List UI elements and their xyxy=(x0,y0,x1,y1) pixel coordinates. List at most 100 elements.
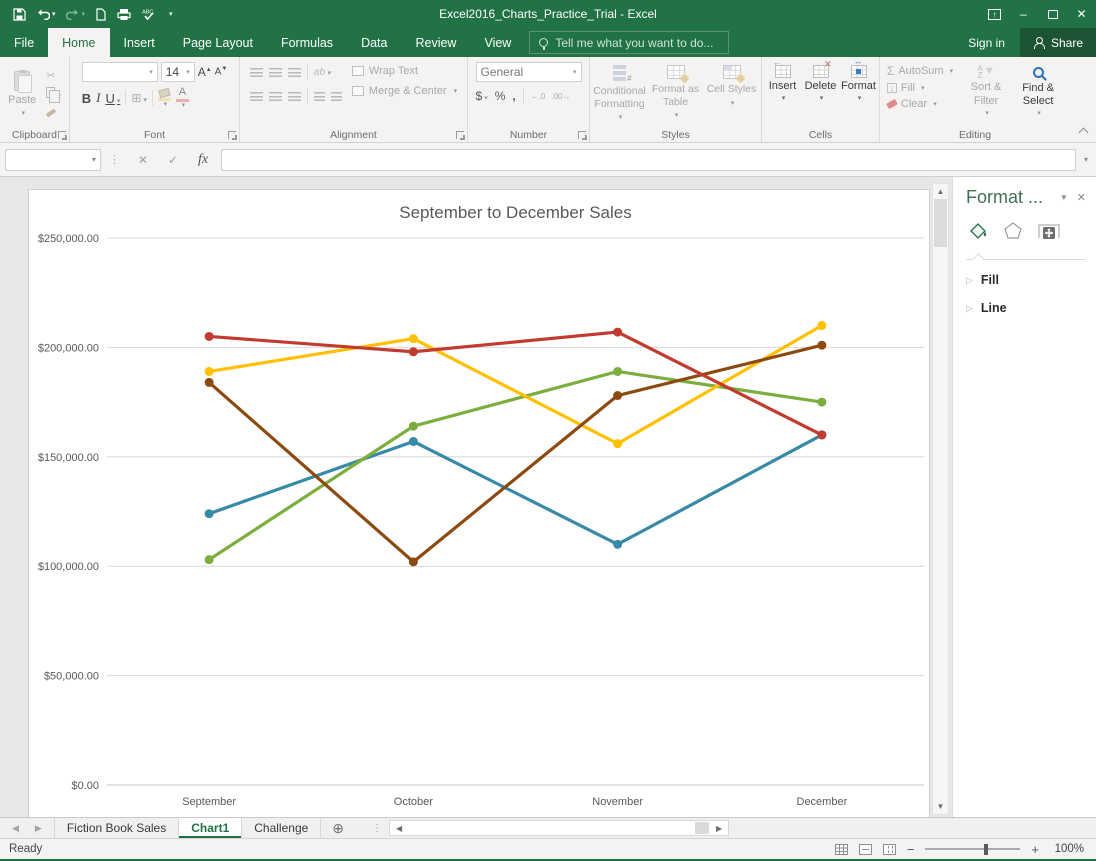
align-top-icon[interactable] xyxy=(250,68,263,77)
chart-sheet[interactable]: $250,000.00$200,000.00$150,000.00$100,00… xyxy=(28,189,930,817)
undo-dropdown[interactable]: ▾ xyxy=(52,11,56,18)
expand-formula-bar-button[interactable]: ▾ xyxy=(1076,155,1096,164)
redo-dropdown[interactable]: ▾ xyxy=(82,11,86,18)
grow-font-button[interactable]: A▲ xyxy=(198,65,212,79)
zoom-in-button[interactable]: + xyxy=(1031,842,1039,857)
format-pane-close-icon[interactable]: ✕ xyxy=(1077,191,1086,204)
vertical-scrollbar[interactable]: ▲ ▼ xyxy=(932,183,949,815)
insert-function-button[interactable]: fx xyxy=(188,152,218,168)
name-box-dropdown[interactable]: ▾ xyxy=(92,155,96,164)
shrink-font-button[interactable]: A▼ xyxy=(215,66,228,77)
line-section-header[interactable]: ▷ Line xyxy=(966,294,1086,322)
cut-button[interactable]: ✂ xyxy=(46,69,61,82)
name-box[interactable]: ▾ xyxy=(5,149,101,171)
scroll-left-icon[interactable]: ◀ xyxy=(390,821,408,835)
clipboard-dialog-launcher[interactable] xyxy=(58,131,66,139)
number-format-select[interactable]: General▾ xyxy=(476,62,582,82)
font-dialog-launcher[interactable] xyxy=(228,131,236,139)
horizontal-scrollbar[interactable]: ◀ ▶ xyxy=(389,820,729,836)
format-painter-button[interactable] xyxy=(46,106,61,118)
tab-file[interactable]: File xyxy=(0,28,48,57)
increase-indent-icon[interactable] xyxy=(331,92,342,101)
fill-color-button[interactable] xyxy=(158,89,171,108)
percent-style-button[interactable]: % xyxy=(495,89,506,103)
collapse-ribbon-button[interactable] xyxy=(1079,128,1089,138)
paste-button[interactable]: Paste xyxy=(3,60,41,127)
alignment-dialog-launcher[interactable] xyxy=(456,131,464,139)
normal-view-button[interactable] xyxy=(835,844,848,855)
enter-button[interactable]: ✓ xyxy=(158,153,188,167)
fill-line-tab[interactable] xyxy=(967,220,989,247)
bold-button[interactable]: B xyxy=(82,91,91,106)
tab-view[interactable]: View xyxy=(470,28,525,57)
tab-page-layout[interactable]: Page Layout xyxy=(169,28,267,57)
decrease-decimal-button[interactable]: .00→ xyxy=(552,91,570,101)
redo-button[interactable]: ▾ xyxy=(66,8,86,20)
tab-home[interactable]: Home xyxy=(48,28,109,57)
scroll-up-icon[interactable]: ▲ xyxy=(937,184,945,199)
horizontal-scroll-thumb[interactable] xyxy=(695,822,709,834)
orientation-button[interactable]: ab xyxy=(314,67,331,78)
fill-button[interactable]: ↓Fill xyxy=(887,82,953,94)
share-button[interactable]: Share xyxy=(1020,28,1096,57)
tab-data[interactable]: Data xyxy=(347,28,401,57)
save-button[interactable] xyxy=(13,8,26,21)
copy-button[interactable] xyxy=(46,87,61,101)
align-left-icon[interactable] xyxy=(250,92,263,101)
sign-in-button[interactable]: Sign in xyxy=(953,28,1020,57)
number-format-dropdown[interactable]: ▾ xyxy=(573,68,577,76)
insert-cells-button[interactable]: Insert▾ xyxy=(764,60,802,127)
ribbon-display-options-button[interactable]: ↑ xyxy=(980,0,1009,28)
align-center-icon[interactable] xyxy=(269,92,282,101)
cancel-button[interactable]: ✕ xyxy=(128,153,158,167)
clear-button[interactable]: Clear xyxy=(887,98,953,110)
comma-style-button[interactable]: , xyxy=(512,89,515,103)
align-middle-icon[interactable] xyxy=(269,68,282,77)
close-button[interactable]: ✕ xyxy=(1067,0,1096,28)
undo-button[interactable]: ▾ xyxy=(36,8,56,20)
maximize-button[interactable] xyxy=(1038,0,1067,28)
tab-review[interactable]: Review xyxy=(401,28,470,57)
scroll-right-icon[interactable]: ▶ xyxy=(710,821,728,835)
vertical-scroll-thumb[interactable] xyxy=(934,199,947,247)
effects-tab[interactable] xyxy=(1002,220,1024,247)
italic-button[interactable]: I xyxy=(96,90,100,106)
font-name-dropdown[interactable]: ▾ xyxy=(149,68,153,76)
accounting-format-button[interactable]: $ xyxy=(476,89,488,103)
sheet-tab-chart1[interactable]: Chart1 xyxy=(179,818,242,838)
customize-qat-button[interactable]: ▾ xyxy=(167,11,173,18)
align-bottom-icon[interactable] xyxy=(288,68,301,77)
spelling-button[interactable]: ABC xyxy=(142,8,157,21)
delete-cells-button[interactable]: Delete▾ xyxy=(802,60,840,127)
page-break-view-button[interactable] xyxy=(883,844,896,855)
cell-styles-button[interactable]: Cell Styles xyxy=(704,60,760,127)
next-sheet-icon[interactable]: ▶ xyxy=(35,823,42,834)
underline-button[interactable]: U xyxy=(105,91,120,106)
page-layout-view-button[interactable] xyxy=(859,844,872,855)
minimize-button[interactable]: – xyxy=(1009,0,1038,28)
new-sheet-button[interactable]: ⊕ xyxy=(321,818,355,838)
find-select-button[interactable]: Find & Select xyxy=(1013,64,1063,127)
decrease-indent-icon[interactable] xyxy=(314,92,325,101)
wrap-text-button[interactable]: Wrap Text xyxy=(352,65,457,77)
size-properties-tab[interactable] xyxy=(1037,220,1061,247)
autosum-button[interactable]: ΣAutoSum xyxy=(887,64,953,78)
font-name-select[interactable]: ▾ xyxy=(82,62,158,82)
zoom-slider-thumb[interactable] xyxy=(984,844,988,855)
line-chart[interactable]: $250,000.00$200,000.00$150,000.00$100,00… xyxy=(29,190,929,818)
format-cells-button[interactable]: Format▾ xyxy=(840,60,878,127)
format-as-table-button[interactable]: Format as Table xyxy=(648,60,704,127)
number-dialog-launcher[interactable] xyxy=(578,131,586,139)
tell-me-box[interactable]: Tell me what you want to do... xyxy=(529,31,729,54)
previous-sheet-icon[interactable]: ◀ xyxy=(12,823,19,834)
font-size-dropdown[interactable]: ▾ xyxy=(186,68,190,76)
scroll-down-icon[interactable]: ▼ xyxy=(937,799,945,814)
increase-decimal-button[interactable]: ←.0 xyxy=(531,91,545,101)
formula-input[interactable] xyxy=(221,149,1076,171)
tab-formulas[interactable]: Formulas xyxy=(267,28,347,57)
zoom-slider[interactable] xyxy=(925,848,1020,850)
merge-center-button[interactable]: Merge & Center xyxy=(352,85,457,97)
sort-filter-button[interactable]: AZ▼Sort & Filter xyxy=(961,64,1011,127)
font-size-select[interactable]: 14▾ xyxy=(161,62,195,82)
sheet-tab-challenge[interactable]: Challenge xyxy=(242,818,321,838)
